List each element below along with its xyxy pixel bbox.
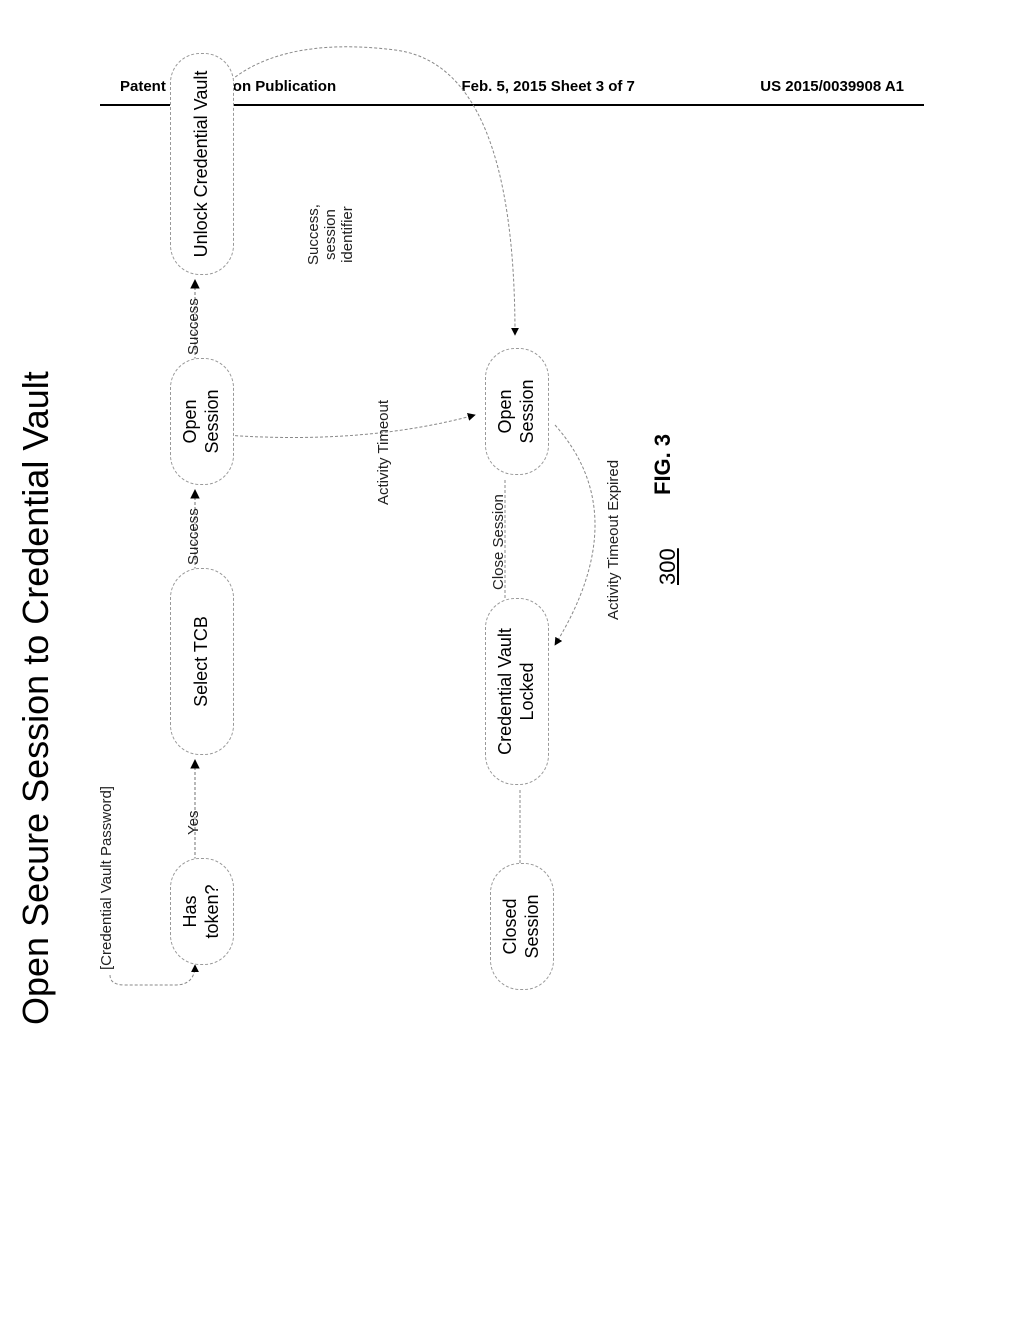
node-has-token: Has token?: [170, 858, 234, 965]
edge-close-session: Close Session: [490, 494, 507, 590]
diagram-title: Open Secure Session to Credential Vault: [15, 371, 57, 1025]
edge-activity-expired: Activity Timeout Expired: [605, 460, 622, 620]
edge-yes: Yes: [185, 811, 202, 835]
header-right: US 2015/0039908 A1: [760, 78, 904, 95]
node-open-session-top: Open Session: [170, 358, 234, 485]
node-vault-locked: Credential Vault Locked: [485, 598, 549, 785]
page: Patent Application Publication Feb. 5, 2…: [0, 0, 1024, 1320]
figure-caption: FIG. 3: [650, 434, 676, 495]
edge-success-session: Success, session identifier: [305, 204, 356, 265]
figure-ref: 300: [655, 548, 681, 585]
node-open-session-bottom: Open Session: [485, 348, 549, 475]
input-label: [Credential Vault Password]: [98, 786, 115, 970]
node-closed-session: Closed Session: [490, 863, 554, 990]
edge-activity-timeout: Activity Timeout: [375, 400, 392, 505]
edge-success-1: Success: [185, 508, 202, 565]
node-unlock-vault: Unlock Credential Vault: [170, 53, 234, 275]
diagram: Open Secure Session to Credential Vault …: [0, 325, 995, 1035]
edge-success-2: Success: [185, 298, 202, 355]
node-select-tcb: Select TCB: [170, 568, 234, 755]
